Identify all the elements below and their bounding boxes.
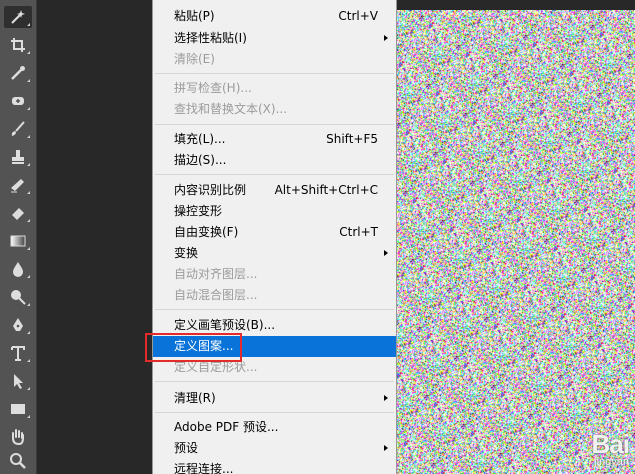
brush-icon[interactable] [4,118,32,140]
menu-item-shortcut: Alt+Shift+Ctrl+C [274,183,378,197]
submenu-arrow-icon [384,35,388,41]
menu-item-shortcut: Ctrl+V [338,9,378,23]
menu-item-adobe-pdf-presets[interactable]: Adobe PDF 预设... [153,417,396,438]
type-icon[interactable] [4,342,32,364]
menu-item-label: 填充(L)... [174,132,226,146]
noise-image [397,10,635,474]
zoom-icon[interactable] [4,450,32,472]
crop-icon[interactable] [4,34,32,56]
gradient-icon[interactable] [4,230,32,252]
menu-item-label: 内容识别比例 [174,183,247,197]
menu-item-find-replace[interactable]: 查找和替换文本(X)... [153,99,396,120]
toolbox [0,0,37,474]
menu-item-label: 自由变换(F) [174,225,239,239]
blur-icon[interactable] [4,258,32,280]
menu-item-label: 描边(S)... [174,153,227,167]
clone-stamp-icon[interactable] [4,146,32,168]
dodge-icon[interactable] [4,286,32,308]
menu-item-auto-blend-layers[interactable]: 自动混合图层... [153,285,396,306]
menu-item-auto-align-layers[interactable]: 自动对齐图层... [153,264,396,285]
menu-separator [155,73,394,74]
path-selection-icon[interactable] [4,370,32,392]
menu-item-shortcut: Shift+F5 [326,132,378,146]
eraser-icon[interactable] [4,202,32,224]
healing-brush-icon[interactable] [4,90,32,112]
hand-icon[interactable] [4,426,32,448]
menu-item-label: 拼写检查(H)... [174,81,252,95]
menu-item-label: 粘贴(P) [174,9,215,23]
menu-item-clear[interactable]: 清除(E) [153,49,396,70]
menu-item-remote-connections[interactable]: 远程连接... [153,459,396,474]
menu-item-presets[interactable]: 预设 [153,438,396,459]
menu-item-puppet-warp[interactable]: 操控变形 [153,201,396,222]
menu-item-fill[interactable]: 填充(L)... Shift+F5 [153,129,396,150]
menu-item-label: 清除(E) [174,52,215,66]
menu-separator [155,381,394,382]
menu-item-label: 自动对齐图层... [174,267,258,281]
menu-item-label: 变换 [174,246,199,260]
menu-item-label: 自动混合图层... [174,288,258,302]
menu-item-label: 查找和替换文本(X)... [174,102,288,116]
menu-item-label: 预设 [174,441,199,455]
menu-separator [155,412,394,413]
menu-item-label: 清理(R) [174,391,216,405]
menu-item-paste-special[interactable]: 选择性粘贴(I) [153,28,396,49]
menu-item-label: 操控变形 [174,204,223,218]
menu-item-paste[interactable]: 粘贴(P) Ctrl+V [153,6,396,27]
submenu-arrow-icon [384,395,388,401]
menu-item-content-aware-scale[interactable]: 内容识别比例 Alt+Shift+Ctrl+C [153,180,396,201]
edit-menu: 粘贴(P) Ctrl+V 选择性粘贴(I) 清除(E) 拼写检查(H)... 查… [152,0,397,474]
menu-item-free-transform[interactable]: 自由变换(F) Ctrl+T [153,222,396,243]
watermark-text: Bai [591,429,630,459]
canvas-top-gap [397,0,635,10]
history-brush-icon[interactable] [4,174,32,196]
workspace-background [37,0,152,474]
menu-item-purge[interactable]: 清理(R) [153,388,396,409]
menu-item-stroke[interactable]: 描边(S)... [153,150,396,171]
menu-item-label: 选择性粘贴(I) [174,31,247,45]
eyedropper-icon[interactable] [4,62,32,84]
submenu-arrow-icon [384,445,388,451]
magic-wand-icon[interactable] [4,6,32,28]
document-canvas[interactable]: Bai jingyan [397,10,635,474]
menu-separator [155,124,394,125]
pen-icon[interactable] [4,314,32,336]
menu-item-label: Adobe PDF 预设... [174,420,279,434]
submenu-arrow-icon [384,250,388,256]
menu-item-shortcut: Ctrl+T [339,225,378,239]
menu-item-label: 远程连接... [174,462,234,474]
menu-item-transform[interactable]: 变换 [153,243,396,264]
menu-item-spell-check[interactable]: 拼写检查(H)... [153,78,396,99]
watermark-subtext: jingyan [594,456,629,468]
menu-separator [155,309,394,310]
rectangle-icon[interactable] [4,398,32,420]
menu-separator [155,174,394,175]
annotation-highlight-box [145,333,242,362]
watermark-logo: Bai jingyan [591,429,630,468]
